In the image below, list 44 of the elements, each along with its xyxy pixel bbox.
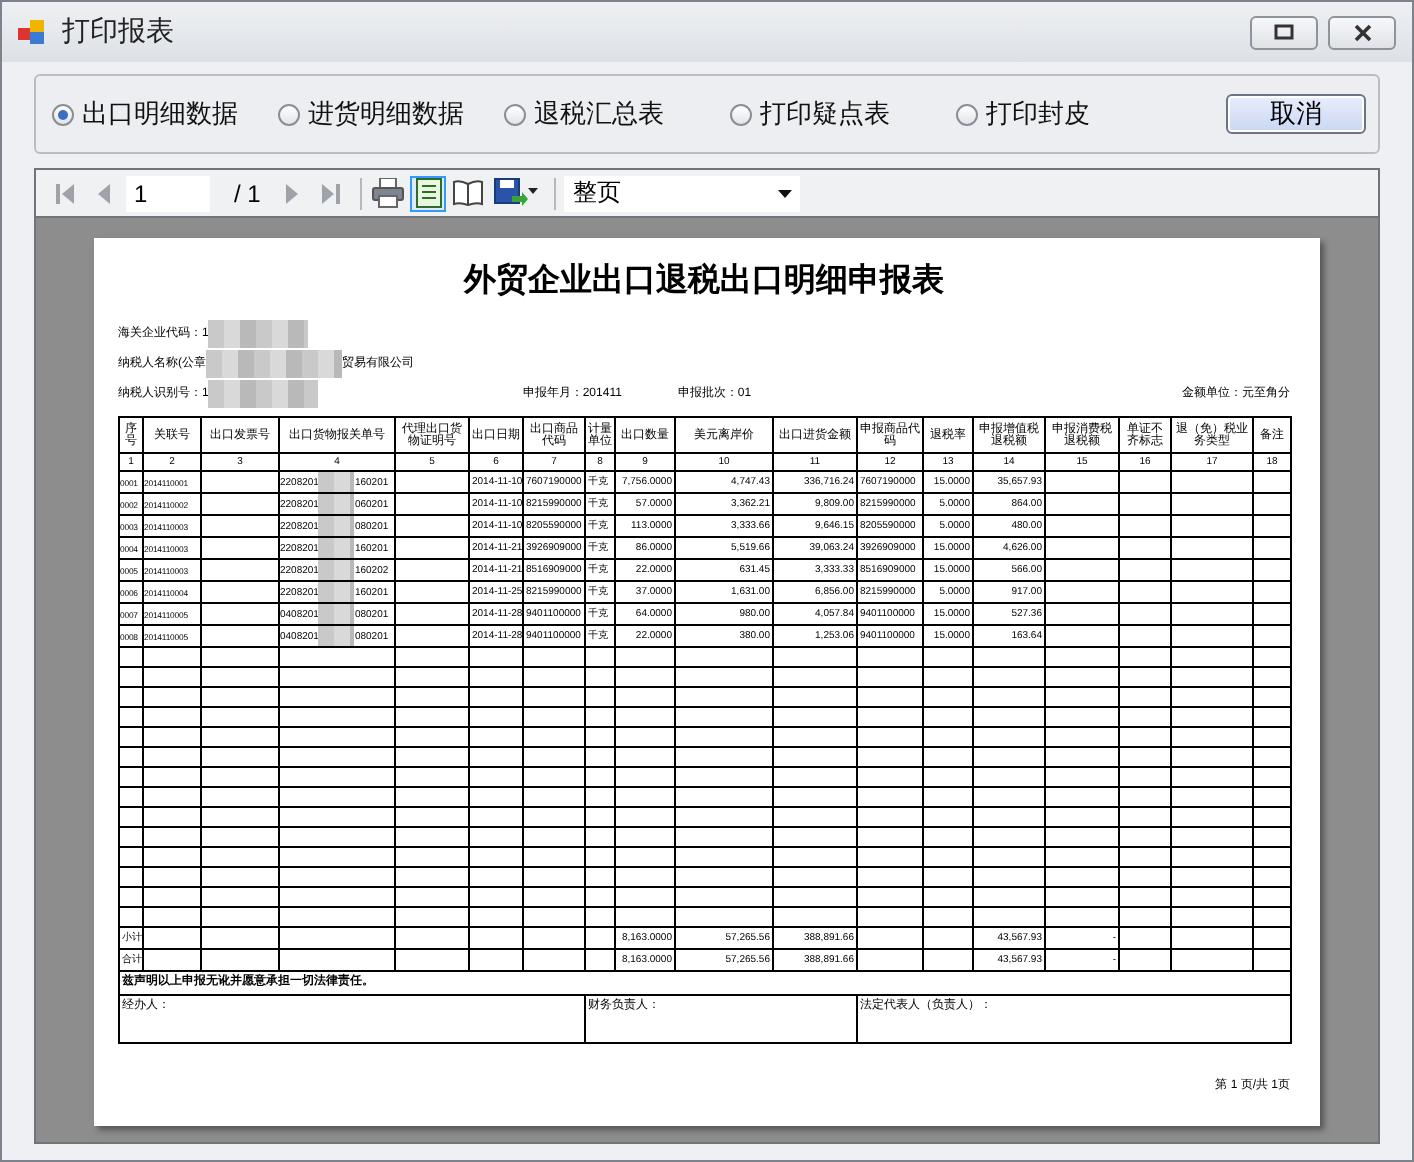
first-page-icon xyxy=(53,181,75,205)
blurred-region xyxy=(318,517,355,535)
radio-option[interactable]: 打印疑点表 xyxy=(730,96,956,132)
page-layout-button[interactable] xyxy=(410,175,447,211)
maximize-button[interactable] xyxy=(1250,15,1318,49)
last-page-icon xyxy=(319,181,342,205)
zoom-dropdown[interactable]: 整页 xyxy=(564,175,801,211)
page-setup-button[interactable] xyxy=(450,175,487,211)
printer-icon xyxy=(372,178,405,208)
radio-button[interactable] xyxy=(504,103,526,125)
document-icon xyxy=(415,178,442,208)
window-title: 打印报表 xyxy=(62,14,176,50)
blurred-region xyxy=(318,561,355,579)
radio-button[interactable] xyxy=(730,103,752,125)
maximize-icon xyxy=(1274,24,1294,40)
radio-option[interactable]: 退税汇总表 xyxy=(504,96,730,132)
blurred-region xyxy=(318,473,355,491)
blurred-region xyxy=(318,539,355,557)
page-total: / 1 xyxy=(234,179,261,207)
app-icon xyxy=(18,18,46,46)
blurred-region xyxy=(208,319,309,347)
radio-button[interactable] xyxy=(956,103,978,125)
close-button[interactable] xyxy=(1328,15,1396,49)
radio-option[interactable]: 打印封皮 xyxy=(956,96,1182,132)
blurred-region xyxy=(318,605,355,623)
cancel-button[interactable]: 取消 xyxy=(1226,94,1366,134)
blurred-region xyxy=(208,379,319,407)
export-button[interactable] xyxy=(490,175,543,211)
radio-button[interactable] xyxy=(278,103,300,125)
book-icon xyxy=(452,180,485,206)
report-title: 外贸企业出口退税出口明细申报表 xyxy=(461,260,946,302)
save-icon xyxy=(494,178,539,208)
blurred-region xyxy=(206,349,342,377)
radio-option[interactable]: 进货明细数据 xyxy=(278,96,504,132)
radio-button[interactable] xyxy=(52,103,74,125)
blurred-region xyxy=(318,583,355,601)
close-icon xyxy=(1353,23,1371,41)
radio-option[interactable]: 出口明细数据 xyxy=(52,96,278,132)
page-field[interactable]: 1 xyxy=(126,175,210,211)
blurred-region xyxy=(318,627,355,645)
print-button[interactable] xyxy=(370,175,407,211)
dropdown-arrow-icon xyxy=(778,189,793,197)
previous-page-icon xyxy=(93,181,115,205)
blurred-region xyxy=(318,495,355,513)
